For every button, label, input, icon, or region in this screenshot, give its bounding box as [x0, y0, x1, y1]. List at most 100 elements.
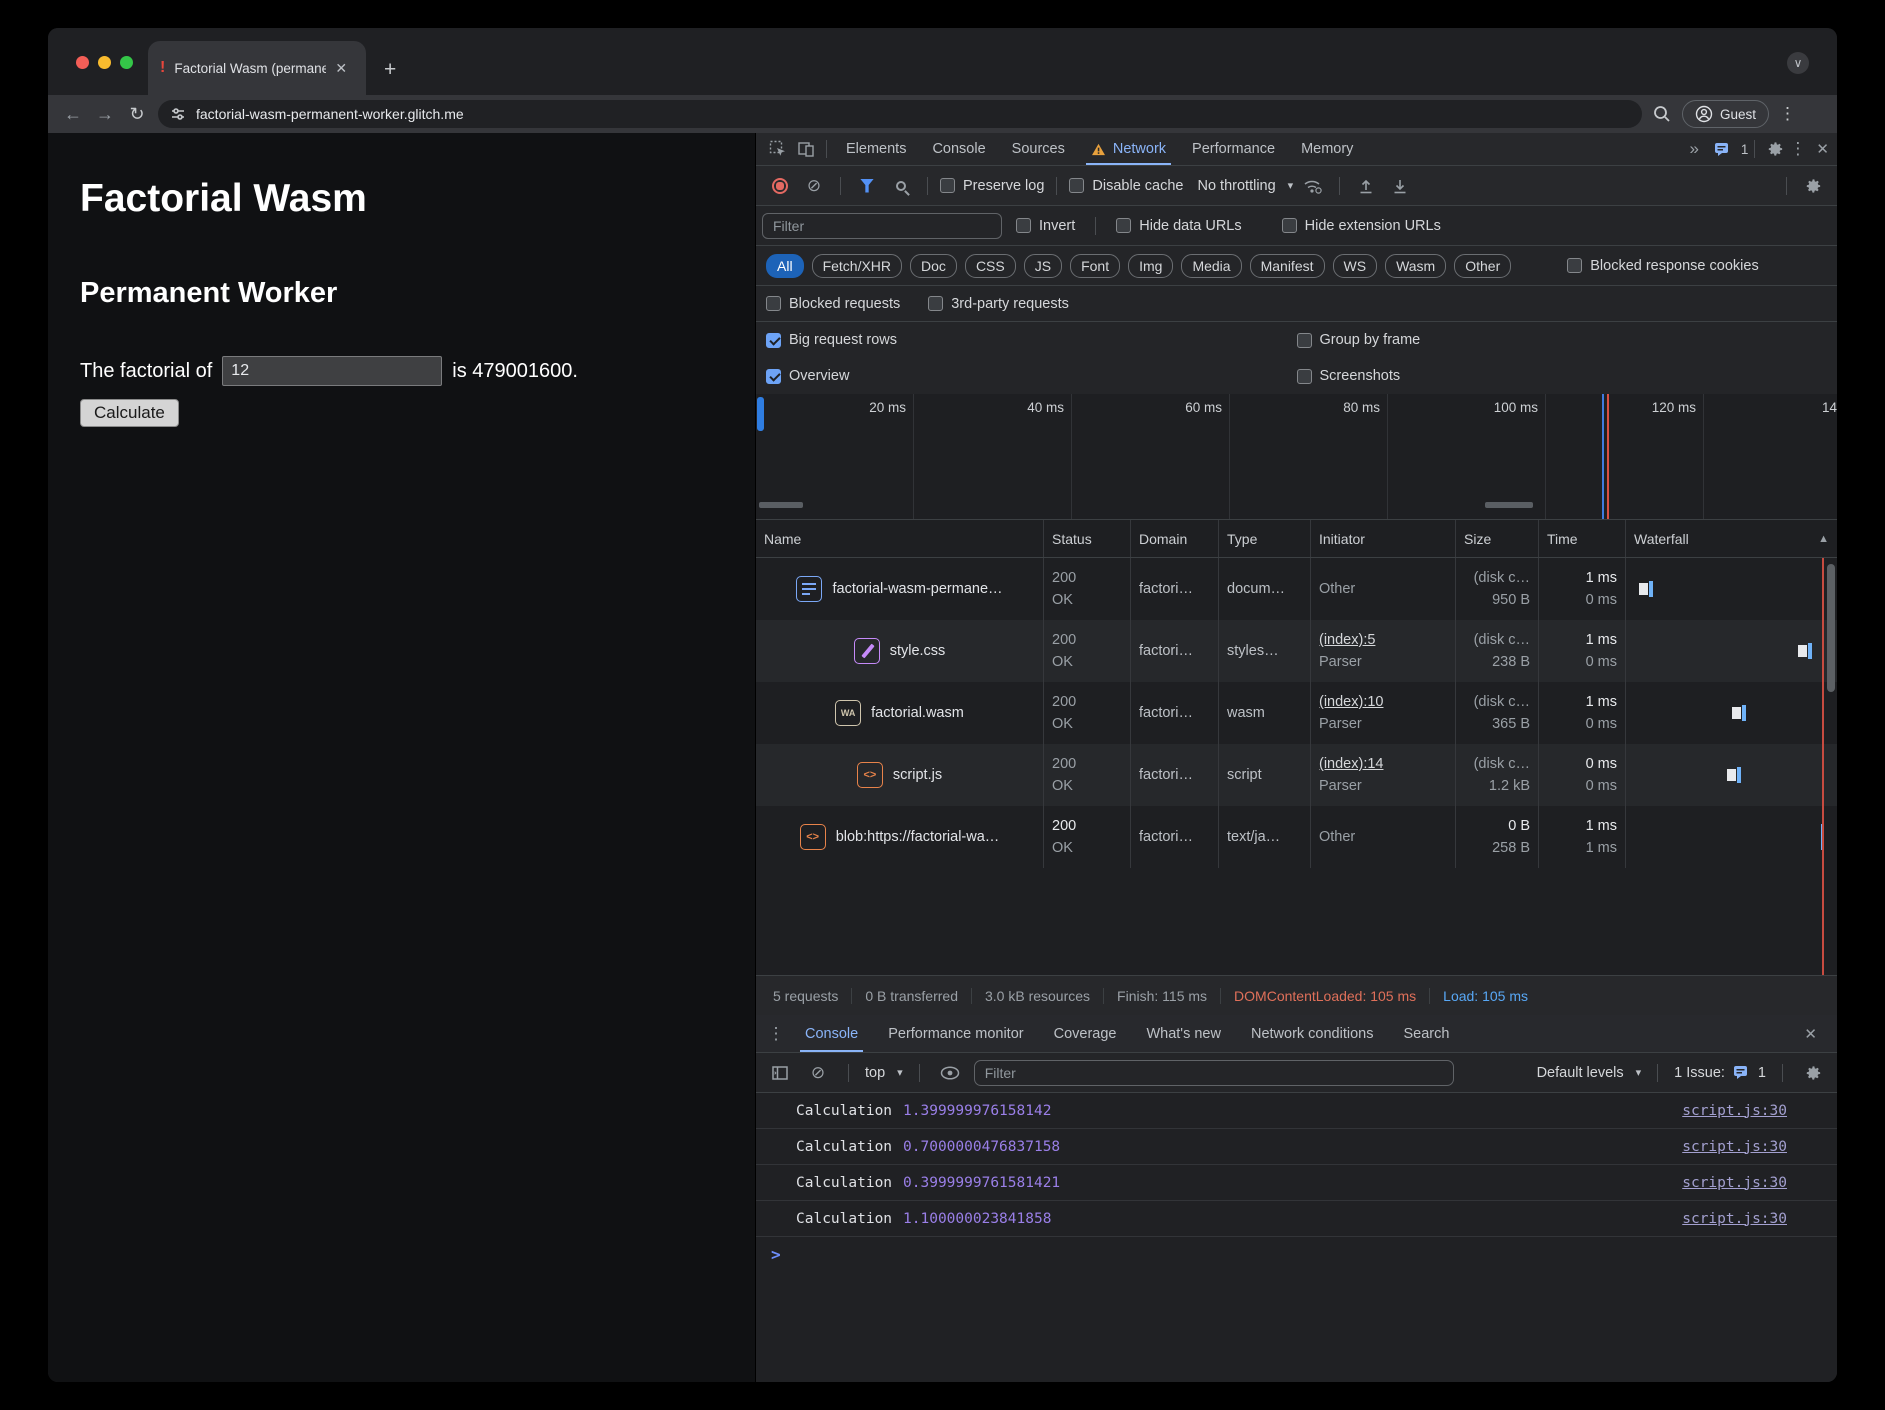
- device-toolbar-icon[interactable]: [792, 140, 820, 158]
- request-row-script[interactable]: <>script.js 200OK factori… script (index…: [756, 744, 1837, 806]
- drawer-tab-whats-new[interactable]: What's new: [1131, 1015, 1236, 1052]
- col-waterfall[interactable]: Waterfall ▲: [1626, 520, 1837, 557]
- reload-button[interactable]: ↻: [126, 104, 148, 125]
- hide-extension-urls-checkbox[interactable]: Hide extension URLs: [1282, 218, 1441, 234]
- log-levels-dropdown[interactable]: Default levels▾: [1537, 1065, 1642, 1081]
- console-prompt[interactable]: >: [756, 1237, 1837, 1271]
- preserve-log-checkbox[interactable]: Preserve log: [940, 178, 1044, 194]
- tab-performance[interactable]: Performance: [1179, 133, 1288, 165]
- back-button[interactable]: ←: [62, 104, 84, 125]
- initiator-link[interactable]: (index):5: [1319, 629, 1447, 651]
- tab-console[interactable]: Console: [919, 133, 998, 165]
- col-time[interactable]: Time: [1539, 520, 1626, 557]
- big-request-rows-checkbox[interactable]: Big request rows: [766, 332, 897, 348]
- devtools-close-icon[interactable]: ✕: [1816, 140, 1829, 158]
- network-settings-icon[interactable]: [1799, 177, 1827, 195]
- source-link[interactable]: script.js:30: [1682, 1103, 1787, 1119]
- throttling-dropdown[interactable]: No throttling▾: [1197, 178, 1293, 194]
- source-link[interactable]: script.js:30: [1682, 1139, 1787, 1155]
- drawer-tab-performance-monitor[interactable]: Performance monitor: [873, 1015, 1038, 1052]
- filter-icon[interactable]: [853, 179, 881, 193]
- export-har-icon[interactable]: [1386, 178, 1414, 194]
- disable-cache-checkbox[interactable]: Disable cache: [1069, 178, 1183, 194]
- clear-console-icon[interactable]: ⊘: [804, 1063, 832, 1083]
- col-domain[interactable]: Domain: [1131, 520, 1219, 557]
- console-settings-icon[interactable]: [1799, 1064, 1827, 1082]
- record-network-log-icon[interactable]: [766, 178, 794, 194]
- chip-font[interactable]: Font: [1070, 254, 1120, 278]
- initiator-link[interactable]: (index):10: [1319, 691, 1447, 713]
- site-settings-icon[interactable]: [170, 106, 186, 122]
- hide-data-urls-checkbox[interactable]: Hide data URLs: [1116, 218, 1241, 234]
- forward-button[interactable]: →: [94, 104, 116, 125]
- request-row-document[interactable]: factorial-wasm-permane… 200OK factori… d…: [756, 558, 1837, 620]
- drawer-tab-coverage[interactable]: Coverage: [1039, 1015, 1132, 1052]
- timeline-selection-handle[interactable]: [757, 397, 764, 431]
- factorial-input[interactable]: [222, 356, 442, 386]
- console-filter-input[interactable]: [974, 1060, 1454, 1086]
- source-link[interactable]: script.js:30: [1682, 1211, 1787, 1227]
- tab-search-chevron-icon[interactable]: ∨: [1787, 52, 1809, 74]
- profile-chip[interactable]: Guest: [1682, 100, 1769, 128]
- import-har-icon[interactable]: [1352, 178, 1380, 194]
- third-party-requests-checkbox[interactable]: 3rd-party requests: [928, 296, 1069, 312]
- drawer-tab-search[interactable]: Search: [1388, 1015, 1464, 1052]
- initiator-link[interactable]: (index):14: [1319, 753, 1447, 775]
- drawer-menu-icon[interactable]: ⋮: [762, 1015, 790, 1052]
- invert-checkbox[interactable]: Invert: [1016, 218, 1075, 234]
- issues-counter[interactable]: 1 Issue: 1: [1674, 1065, 1766, 1081]
- col-type[interactable]: Type: [1219, 520, 1311, 557]
- issues-icon[interactable]: [1709, 142, 1737, 157]
- drawer-close-icon[interactable]: ✕: [1804, 1025, 1817, 1043]
- inspect-element-icon[interactable]: [764, 140, 792, 158]
- clear-network-log-icon[interactable]: ⊘: [800, 176, 828, 196]
- overview-checkbox[interactable]: Overview: [766, 368, 849, 384]
- col-size[interactable]: Size: [1456, 520, 1539, 557]
- tab-sources[interactable]: Sources: [999, 133, 1078, 165]
- chip-js[interactable]: JS: [1024, 254, 1062, 278]
- chip-ws[interactable]: WS: [1333, 254, 1378, 278]
- blocked-requests-checkbox[interactable]: Blocked requests: [766, 296, 900, 312]
- macos-minimize-button[interactable]: [98, 56, 111, 69]
- network-conditions-icon[interactable]: [1299, 178, 1327, 194]
- chip-css[interactable]: CSS: [965, 254, 1016, 278]
- chip-img[interactable]: Img: [1128, 254, 1173, 278]
- browser-menu-button[interactable]: ⋮: [1779, 104, 1797, 124]
- chip-other[interactable]: Other: [1454, 254, 1511, 278]
- col-name[interactable]: Name: [756, 520, 1044, 557]
- chip-wasm[interactable]: Wasm: [1385, 254, 1446, 278]
- request-row-blob[interactable]: <>blob:https://factorial-wa… 200OK facto…: [756, 806, 1837, 868]
- console-sidebar-icon[interactable]: [766, 1066, 794, 1080]
- network-overview-timeline[interactable]: 20 ms 40 ms 60 ms 80 ms 100 ms 120 ms 14: [756, 394, 1837, 520]
- tab-memory[interactable]: Memory: [1288, 133, 1366, 165]
- devtools-settings-icon[interactable]: [1761, 140, 1789, 158]
- devtools-menu-icon[interactable]: ⋮: [1789, 139, 1806, 159]
- chip-manifest[interactable]: Manifest: [1250, 254, 1325, 278]
- chip-media[interactable]: Media: [1181, 254, 1241, 278]
- screenshots-checkbox[interactable]: Screenshots: [1297, 368, 1401, 384]
- tab-network[interactable]: Network: [1078, 133, 1179, 165]
- browser-tab[interactable]: ! Factorial Wasm (permanent W ✕: [148, 41, 366, 95]
- url-text[interactable]: factorial-wasm-permanent-worker.glitch.m…: [196, 106, 464, 122]
- context-selector[interactable]: top▾: [865, 1065, 903, 1081]
- search-icon[interactable]: [887, 181, 915, 191]
- blocked-response-cookies-checkbox[interactable]: Blocked response cookies: [1567, 258, 1758, 274]
- eye-icon[interactable]: [936, 1066, 964, 1080]
- network-filter-input[interactable]: [762, 213, 1002, 239]
- col-initiator[interactable]: Initiator: [1311, 520, 1456, 557]
- chip-all[interactable]: All: [766, 254, 804, 278]
- tab-elements[interactable]: Elements: [833, 133, 919, 165]
- new-tab-button[interactable]: +: [384, 58, 396, 82]
- macos-close-button[interactable]: [76, 56, 89, 69]
- zoom-icon[interactable]: [1652, 104, 1672, 124]
- sort-ascending-icon[interactable]: ▲: [1818, 533, 1829, 545]
- more-tabs-icon[interactable]: »: [1689, 139, 1698, 159]
- calculate-button[interactable]: Calculate: [80, 399, 179, 427]
- drawer-tab-network-conditions[interactable]: Network conditions: [1236, 1015, 1389, 1052]
- tab-close-icon[interactable]: ✕: [335, 60, 347, 77]
- col-status[interactable]: Status: [1044, 520, 1131, 557]
- macos-zoom-button[interactable]: [120, 56, 133, 69]
- drawer-tab-console[interactable]: Console: [790, 1015, 873, 1052]
- chip-doc[interactable]: Doc: [910, 254, 957, 278]
- table-scrollbar[interactable]: [1827, 564, 1835, 692]
